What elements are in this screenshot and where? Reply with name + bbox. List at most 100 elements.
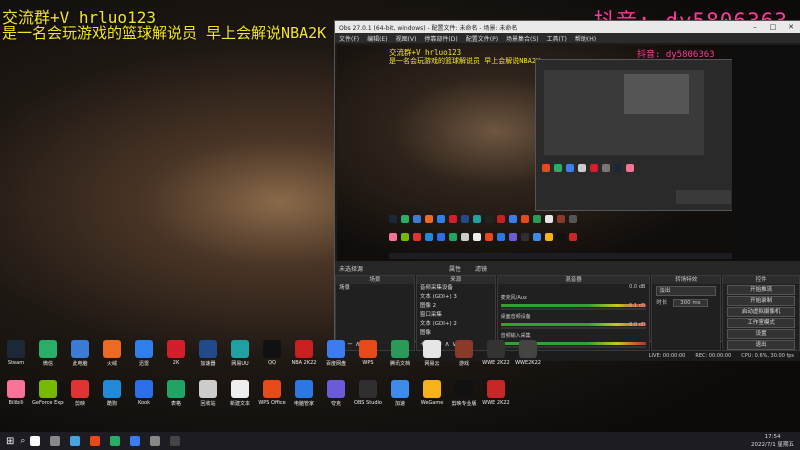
live-status: LIVE: 00:00:00: [648, 353, 686, 359]
desktop-shortcut[interactable]: QQ: [256, 340, 288, 367]
duration-label: 时长: [656, 300, 668, 306]
desktop-shortcut[interactable]: 百度网盘: [320, 340, 352, 367]
desktop-shortcut[interactable]: WWE2K22: [512, 340, 544, 367]
taskbar-app-icon[interactable]: [90, 436, 101, 446]
obs-titlebar[interactable]: Obs 27.0.1 (64-bit, windows) - 配置文件: 未命名…: [335, 21, 800, 33]
start-streaming-button[interactable]: 开始推流: [727, 285, 795, 295]
menu-help[interactable]: 帮助(H): [575, 34, 596, 43]
desktop-shortcut[interactable]: 新建文本: [224, 380, 256, 407]
source-item[interactable]: 文本 (GDI+) 2: [417, 320, 495, 329]
menu-tools[interactable]: 工具(T): [547, 34, 567, 43]
mixer-channel[interactable]: 桌面音频设备 -5.1 dB: [498, 303, 650, 329]
desktop-shortcut[interactable]: 回收站: [192, 380, 224, 407]
mixer-channel-db: 0.0 dB: [629, 322, 646, 328]
scene-item[interactable]: 场景: [336, 284, 414, 293]
shortcut-label: Kook: [137, 400, 151, 406]
desktop-shortcut[interactable]: NBA 2K22: [288, 340, 320, 367]
source-item[interactable]: 图像 2: [417, 302, 495, 311]
desktop-shortcut[interactable]: 网易UU: [224, 340, 256, 367]
source-item[interactable]: 文本 (GDI+) 3: [417, 293, 495, 302]
minimize-icon[interactable]: –: [746, 23, 764, 31]
no-source-selected-label: 未选择源: [339, 266, 364, 273]
desktop-shortcut[interactable]: 腾讯文档: [384, 340, 416, 367]
transition-select[interactable]: 淡出: [656, 286, 717, 296]
taskbar-app-icon[interactable]: [30, 436, 41, 446]
desktop-shortcut[interactable]: 剪映专业版: [448, 380, 480, 407]
properties-button[interactable]: 属性: [449, 264, 461, 273]
menu-docks[interactable]: 停靠部件(D): [424, 34, 457, 43]
desktop-shortcut[interactable]: Steam: [0, 340, 32, 367]
source-item[interactable]: 窗口采集: [417, 311, 495, 320]
shortcut-label: 回收站: [200, 401, 216, 407]
desktop-shortcut[interactable]: 网易云: [416, 340, 448, 367]
desktop-shortcut[interactable]: OBS Studio: [352, 380, 384, 407]
shortcut-label: WWE2K22: [515, 360, 541, 366]
desktop-shortcut[interactable]: 加速器: [192, 340, 224, 367]
menu-view[interactable]: 视图(V): [396, 34, 417, 43]
windows-start-icon[interactable]: ⊞: [6, 436, 14, 447]
app-icon: [263, 380, 281, 398]
system-clock[interactable]: 17:54 2022/7/1 星期五: [751, 433, 794, 449]
studio-mode-button[interactable]: 工作室模式: [727, 318, 795, 328]
desktop-shortcut[interactable]: Kook: [128, 380, 160, 407]
desktop-shortcut[interactable]: 游戏: [448, 340, 480, 367]
app-icon: [423, 380, 441, 398]
taskbar-app-icon[interactable]: [170, 436, 181, 446]
taskbar-app-icon[interactable]: [130, 436, 141, 446]
desktop-shortcut[interactable]: 迅雷: [128, 340, 160, 367]
duration-input[interactable]: 300 ms: [673, 299, 708, 307]
desktop-shortcut[interactable]: 表格: [160, 380, 192, 407]
start-virtual-camera-button[interactable]: 启动虚拟摄像机: [727, 307, 795, 317]
desktop-shortcut[interactable]: WWE 2K22: [480, 340, 512, 367]
desktop-shortcut[interactable]: 火绒: [96, 340, 128, 367]
menu-profile[interactable]: 配置文件(P): [466, 34, 498, 43]
close-icon[interactable]: ✕: [782, 23, 800, 31]
source-item[interactable]: 图像: [417, 329, 495, 338]
menu-file[interactable]: 文件(F): [339, 34, 359, 43]
exit-button[interactable]: 退出: [727, 340, 795, 350]
desktop-shortcut[interactable]: WeGame: [416, 380, 448, 407]
obs-window[interactable]: Obs 27.0.1 (64-bit, windows) - 配置文件: 未命名…: [334, 20, 800, 361]
shortcut-label: 游戏: [458, 361, 469, 367]
desktop-shortcut[interactable]: Bilibili: [0, 380, 32, 407]
maximize-icon[interactable]: □: [764, 23, 782, 31]
taskbar-app-icons: [25, 436, 185, 446]
shortcut-label: 2K: [172, 360, 180, 366]
desktop-shortcut[interactable]: 酷狗: [96, 380, 128, 407]
menu-scene-collection[interactable]: 场景集合(S): [506, 34, 539, 43]
mixer-channel[interactable]: 麦克风/Aux 0.0 dB: [498, 284, 650, 310]
app-icon: [231, 380, 249, 398]
desktop-shortcut[interactable]: WPS Office: [256, 380, 288, 407]
app-icon: [295, 340, 313, 358]
obs-preview[interactable]: 交流群+V hrluo123 是一名会玩游戏的篮球解说员 早上会解说NBA2K …: [337, 45, 732, 261]
shortcut-label: OBS Studio: [354, 400, 382, 406]
app-icon: [167, 340, 185, 358]
app-icon: [71, 380, 89, 398]
filters-button[interactable]: 滤镜: [475, 264, 487, 273]
start-recording-button[interactable]: 开始录制: [727, 296, 795, 306]
taskbar-app-icon[interactable]: [70, 436, 81, 446]
desktop-shortcut[interactable]: 电脑管家: [288, 380, 320, 407]
desktop-shortcut[interactable]: 夸克: [320, 380, 352, 407]
desktop-shortcut[interactable]: 此电脑: [64, 340, 96, 367]
taskbar-app-icon[interactable]: [110, 436, 121, 446]
desktop-shortcut[interactable]: WWE 2K22: [480, 380, 512, 407]
shortcut-label: 加速器: [200, 361, 216, 367]
desktop-shortcut[interactable]: WPS: [352, 340, 384, 367]
menu-edit[interactable]: 编辑(E): [367, 34, 387, 43]
taskbar-app-icon[interactable]: [50, 436, 61, 446]
desktop-shortcut[interactable]: 加速: [384, 380, 416, 407]
desktop-shortcut[interactable]: 2K: [160, 340, 192, 367]
settings-button[interactable]: 设置: [727, 329, 795, 339]
source-item[interactable]: 音频采集设备: [417, 284, 495, 293]
taskbar-app-icon[interactable]: [150, 436, 161, 446]
mixer-channel-db: 0.0 dB: [629, 284, 646, 290]
desktop-shortcut[interactable]: GeForce Experience: [32, 380, 64, 407]
desktop-shortcut[interactable]: 微信: [32, 340, 64, 367]
nested-icon-row: [542, 164, 634, 172]
mixer-channel[interactable]: 音频输入采集 0.0 dB: [498, 322, 650, 348]
app-icon: [103, 340, 121, 358]
app-icon: [423, 340, 441, 358]
desktop-shortcut[interactable]: 剪映: [64, 380, 96, 407]
preview-icon-row-1: [389, 215, 577, 223]
